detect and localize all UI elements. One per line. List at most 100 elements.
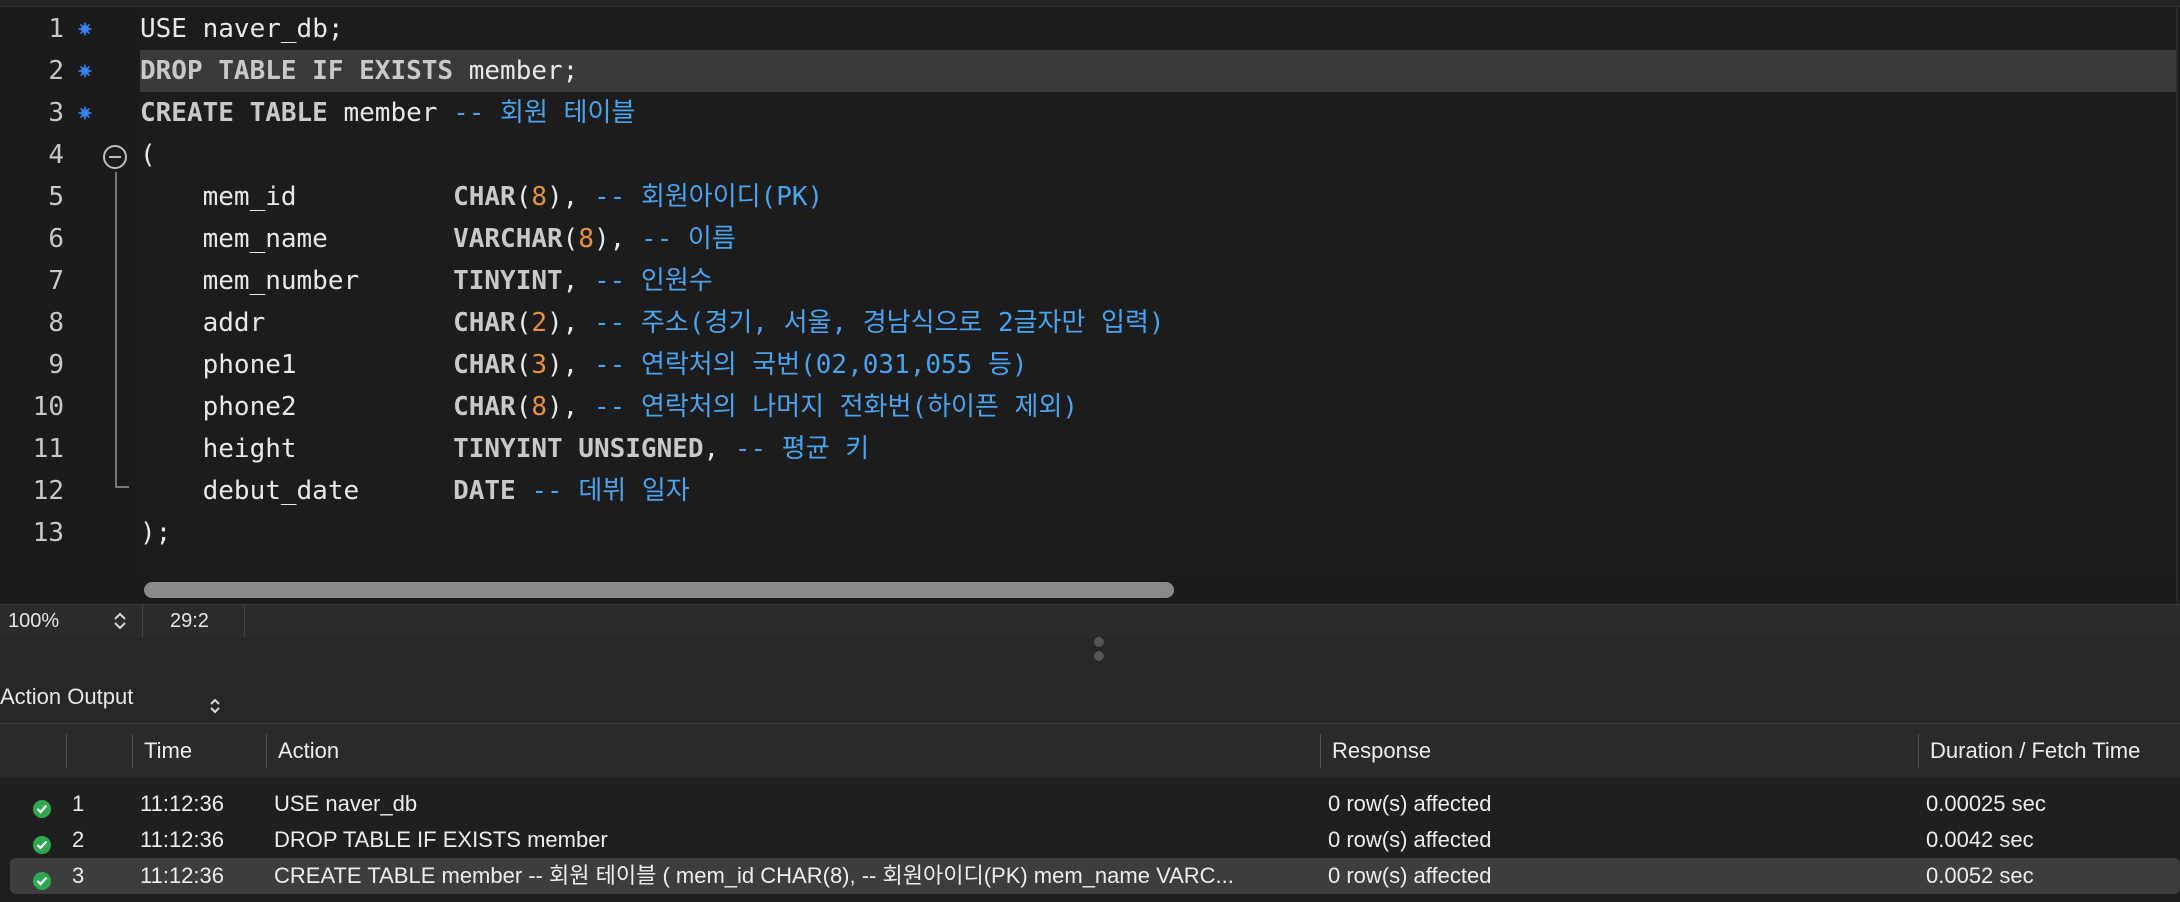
output-panel-header: Action Output [0, 671, 2180, 723]
code-line[interactable]: 5 mem_id CHAR(8), -- 회원아이디(PK) [0, 176, 2180, 218]
sql-text: ), [547, 182, 594, 212]
row-response: 0 row(s) affected [1328, 827, 1492, 852]
code-line[interactable]: 9 phone1 CHAR(3), -- 연락처의 국번(02,031,055 … [0, 344, 2180, 386]
sql-text: mem_name [140, 224, 454, 254]
output-table-header: Time Action Response Duration / Fetch Ti… [0, 723, 2180, 779]
line-number: 11 [32, 434, 64, 464]
sql-comment: -- 이름 [640, 224, 736, 254]
column-divider[interactable] [1320, 734, 1321, 768]
sql-comment: -- 연락처의 나머지 전화번(하이픈 제외) [593, 392, 1079, 422]
column-divider[interactable] [1918, 734, 1919, 768]
line-number: 3 [48, 98, 64, 128]
up-down-chevron-icon[interactable] [108, 609, 132, 633]
code-text[interactable]: mem_id CHAR(8), -- 회원아이디(PK) [140, 176, 2176, 218]
table-row-selected[interactable]: 3 11:12:36 CREATE TABLE member -- 회원 테이블… [10, 858, 2180, 894]
blue-asterisk-icon [78, 64, 92, 78]
line-number: 6 [48, 224, 64, 254]
code-line[interactable]: 7 mem_number TINYINT, -- 인원수 [0, 260, 2180, 302]
sql-text: debut_date [140, 476, 454, 506]
column-header-action[interactable]: Action [278, 724, 339, 778]
horizontal-scrollbar-thumb[interactable] [144, 582, 1174, 598]
code-line[interactable]: 11 height TINYINT UNSIGNED, -- 평균 키 [0, 428, 2180, 470]
sql-text: ( [562, 224, 579, 254]
editor-right-border [2176, 6, 2178, 604]
sql-keyword: TINYINT [453, 266, 563, 296]
code-text[interactable]: DROP TABLE IF EXISTS member; [140, 50, 2176, 92]
editor-top-border [0, 0, 2180, 7]
code-text[interactable]: phone2 CHAR(8), -- 연락처의 나머지 전화번(하이픈 제외) [140, 386, 2176, 428]
sql-text: member; [453, 56, 579, 86]
line-number: 4 [48, 140, 64, 170]
sql-text: mem_number [140, 266, 454, 296]
code-text[interactable]: addr CHAR(2), -- 주소(경기, 서울, 경남식으로 2글자만 입… [140, 302, 2176, 344]
line-number: 13 [32, 518, 64, 548]
up-down-chevron-icon[interactable] [204, 685, 226, 714]
sql-text: , [703, 434, 735, 464]
sql-keyword: DROP TABLE IF EXISTS [140, 56, 454, 86]
sql-keyword: CREATE TABLE [140, 98, 328, 128]
sql-text: ( [515, 308, 532, 338]
code-line[interactable]: 13); [0, 512, 2180, 554]
row-action: USE naver_db [274, 791, 418, 816]
sql-text: ( [515, 182, 532, 212]
fold-guide-end [115, 486, 129, 488]
column-header-response[interactable]: Response [1332, 724, 1431, 778]
splitter-grip-dot [1094, 637, 1104, 647]
code-line[interactable]: 8 addr CHAR(2), -- 주소(경기, 서울, 경남식으로 2글자만… [0, 302, 2180, 344]
code-line[interactable]: 6 mem_name VARCHAR(8), -- 이름 [0, 218, 2180, 260]
sql-text: mem_id [140, 182, 454, 212]
table-row[interactable]: 2 11:12:36 DROP TABLE IF EXISTS member 0… [0, 822, 2180, 858]
zoom-level[interactable]: 100% [8, 605, 59, 637]
sql-text: ), [547, 350, 594, 380]
code-text[interactable]: USE naver_db; [140, 8, 2176, 50]
output-selector[interactable]: Action Output [0, 671, 133, 723]
sql-comment: -- 회원아이디(PK) [593, 182, 824, 212]
code-line[interactable]: 2 DROP TABLE IF EXISTS member; [0, 50, 2180, 92]
sql-text: ), [547, 392, 594, 422]
sql-text: addr [140, 308, 454, 338]
row-time: 11:12:36 [140, 827, 225, 852]
code-line[interactable]: 1 USE naver_db; [0, 8, 2180, 50]
code-text[interactable]: phone1 CHAR(3), -- 연락처의 국번(02,031,055 등) [140, 344, 2176, 386]
sql-number: 8 [578, 224, 594, 254]
code-line[interactable]: 3 CREATE TABLE member -- 회원 테이블 [0, 92, 2180, 134]
row-duration: 0.00025 sec [1926, 791, 2046, 816]
column-divider[interactable] [266, 734, 267, 768]
sql-keyword: DATE [453, 476, 516, 506]
row-index: 2 [72, 827, 85, 852]
column-header-time[interactable]: Time [144, 724, 192, 778]
blue-asterisk-icon [78, 22, 92, 36]
row-time: 11:12:36 [140, 863, 225, 888]
code-line[interactable]: 10 phone2 CHAR(8), -- 연락처의 나머지 전화번(하이픈 제… [0, 386, 2180, 428]
code-line[interactable]: 12 debut_date DATE -- 데뷔 일자 [0, 470, 2180, 512]
column-divider[interactable] [132, 734, 133, 768]
sql-comment: -- 회원 테이블 [453, 98, 636, 128]
code-text[interactable]: mem_number TINYINT, -- 인원수 [140, 260, 2176, 302]
fold-collapse-icon[interactable] [102, 144, 128, 170]
line-number: 5 [48, 182, 64, 212]
sql-text: phone2 [140, 392, 454, 422]
code-text[interactable]: ); [140, 512, 2176, 554]
code-text[interactable]: ( [140, 134, 2176, 176]
code-line[interactable]: 4( [0, 134, 2180, 176]
sql-editor[interactable]: 1 USE naver_db; 2 DROP TABLE IF EXISTS memb… [0, 0, 2180, 604]
sql-number: 2 [531, 308, 548, 338]
sql-comment: -- 연락처의 국번(02,031,055 등) [593, 350, 1028, 380]
code-text[interactable]: mem_name VARCHAR(8), -- 이름 [140, 218, 2176, 260]
code-text[interactable]: CREATE TABLE member -- 회원 테이블 [140, 92, 2176, 134]
panel-splitter[interactable] [0, 637, 2180, 671]
sql-text: naver_db; [186, 14, 344, 44]
fold-guide-line [115, 172, 117, 486]
sql-comment: -- 인원수 [593, 266, 713, 296]
sql-text: USE [140, 14, 187, 44]
splitter-grip-dot [1094, 651, 1104, 661]
row-duration: 0.0052 sec [1926, 863, 2034, 888]
output-table-body: 1 11:12:36 USE naver_db 0 row(s) affecte… [0, 778, 2180, 898]
column-header-duration[interactable]: Duration / Fetch Time [1930, 724, 2140, 778]
code-text[interactable]: debut_date DATE -- 데뷔 일자 [140, 470, 2176, 512]
sql-text: ), [593, 224, 641, 254]
column-divider[interactable] [66, 734, 67, 768]
code-text[interactable]: height TINYINT UNSIGNED, -- 평균 키 [140, 428, 2176, 470]
status-divider [244, 605, 245, 637]
table-row[interactable]: 1 11:12:36 USE naver_db 0 row(s) affecte… [0, 786, 2180, 822]
